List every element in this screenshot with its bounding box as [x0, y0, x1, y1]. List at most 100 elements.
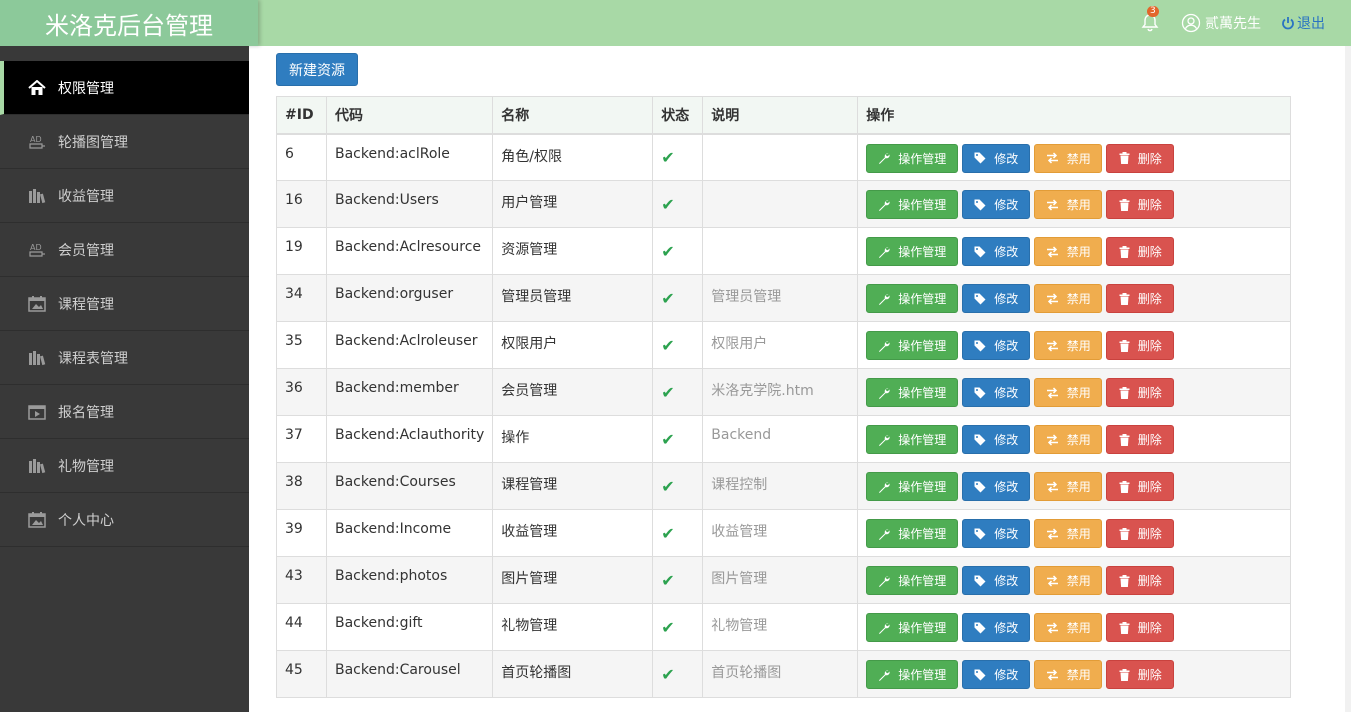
sidebar-item-0[interactable]: 权限管理 — [0, 61, 249, 115]
cell-id: 45 — [276, 650, 327, 698]
sidebar-item-5[interactable]: 课程表管理 — [0, 331, 249, 385]
disable-button[interactable]: 禁用 — [1034, 284, 1103, 313]
edit-button[interactable]: 修改 — [962, 472, 1031, 501]
edit-button[interactable]: 修改 — [962, 566, 1031, 595]
edit-button[interactable]: 修改 — [962, 143, 1031, 173]
sidebar-item-8[interactable]: 个人中心 — [0, 493, 249, 547]
manage-button[interactable]: 操作管理 — [866, 237, 959, 266]
cell-name: 角色/权限 — [492, 133, 654, 181]
swap-icon — [1046, 245, 1058, 258]
power-icon — [1282, 17, 1294, 30]
delete-button[interactable]: 删除 — [1106, 331, 1175, 360]
disable-button-label: 禁用 — [1066, 668, 1091, 682]
disable-button[interactable]: 禁用 — [1034, 190, 1103, 219]
notification-bell[interactable]: 3 — [1139, 6, 1161, 34]
manage-button[interactable]: 操作管理 — [866, 190, 959, 219]
manage-button-label: 操作管理 — [898, 433, 947, 447]
delete-button[interactable]: 删除 — [1106, 378, 1175, 407]
manage-button[interactable]: 操作管理 — [866, 378, 959, 407]
disable-button[interactable]: 禁用 — [1034, 237, 1103, 266]
sidebar-item-3[interactable]: AD 会员管理 — [0, 223, 249, 277]
cell-code: Backend:member — [325, 368, 494, 416]
edit-button[interactable]: 修改 — [962, 613, 1031, 642]
cell-ops: 操作管理 修改 禁用 删除 — [857, 274, 1291, 322]
edit-button[interactable]: 修改 — [962, 660, 1031, 689]
cell-id: 16 — [276, 180, 327, 228]
sidebar-item-2[interactable]: 收益管理 — [0, 169, 249, 223]
manage-button[interactable]: 操作管理 — [866, 331, 959, 360]
disable-button[interactable]: 禁用 — [1034, 143, 1103, 173]
cell-id: 38 — [276, 462, 327, 510]
table-row: 6 Backend:aclRole 角色/权限 ✔ 操作管理 修改 禁用 删除 — [276, 133, 1291, 181]
delete-button[interactable]: 删除 — [1106, 143, 1175, 173]
manage-button[interactable]: 操作管理 — [866, 613, 959, 642]
notification-badge: 3 — [1147, 6, 1159, 17]
cell-desc: 礼物管理 — [702, 603, 859, 651]
edit-button[interactable]: 修改 — [962, 519, 1031, 548]
column-header-ops: 操作 — [857, 96, 1291, 135]
disable-button[interactable]: 禁用 — [1034, 566, 1103, 595]
cell-desc: 课程控制 — [702, 462, 859, 510]
manage-button[interactable]: 操作管理 — [866, 472, 959, 501]
manage-button[interactable]: 操作管理 — [866, 566, 959, 595]
tag-icon — [974, 293, 986, 304]
disable-button[interactable]: 禁用 — [1034, 613, 1103, 642]
swap-icon — [1046, 386, 1058, 399]
manage-button[interactable]: 操作管理 — [866, 284, 959, 313]
disable-button[interactable]: 禁用 — [1034, 660, 1103, 689]
sidebar-item-4[interactable]: 课程管理 — [0, 277, 249, 331]
edit-button[interactable]: 修改 — [962, 190, 1031, 219]
manage-button-label: 操作管理 — [898, 527, 947, 541]
cell-code: Backend:Aclroleuser — [325, 321, 494, 369]
check-icon: ✔ — [661, 429, 675, 449]
edit-button[interactable]: 修改 — [962, 331, 1031, 360]
app-title[interactable]: 米洛克后台管理 — [0, 0, 258, 46]
check-icon: ✔ — [661, 147, 675, 167]
manage-button-label: 操作管理 — [898, 621, 947, 635]
cell-name: 用户管理 — [492, 180, 654, 228]
disable-button[interactable]: 禁用 — [1034, 519, 1103, 548]
delete-button[interactable]: 删除 — [1106, 660, 1175, 689]
delete-button[interactable]: 删除 — [1106, 472, 1175, 501]
page-scrollbar[interactable] — [1345, 46, 1351, 712]
edit-button[interactable]: 修改 — [962, 284, 1031, 313]
disable-button[interactable]: 禁用 — [1034, 472, 1103, 501]
swap-icon — [1046, 433, 1058, 446]
manage-button[interactable]: 操作管理 — [866, 660, 959, 689]
delete-button[interactable]: 删除 — [1106, 284, 1175, 313]
delete-button[interactable]: 删除 — [1106, 190, 1175, 219]
manage-button[interactable]: 操作管理 — [866, 519, 959, 548]
new-resource-button[interactable]: 新建资源 — [276, 53, 358, 86]
manage-button[interactable]: 操作管理 — [866, 425, 959, 454]
user-name: 贰萬先生 — [1205, 16, 1261, 32]
edit-button[interactable]: 修改 — [962, 237, 1031, 266]
delete-button[interactable]: 删除 — [1106, 425, 1175, 454]
delete-button[interactable]: 删除 — [1106, 519, 1175, 548]
edit-button[interactable]: 修改 — [962, 378, 1031, 407]
disable-button[interactable]: 禁用 — [1034, 425, 1103, 454]
manage-button[interactable]: 操作管理 — [866, 143, 959, 173]
delete-button[interactable]: 删除 — [1106, 566, 1175, 595]
cell-code: Backend:Income — [325, 509, 494, 557]
delete-button[interactable]: 删除 — [1106, 237, 1175, 266]
wrench-icon — [879, 387, 890, 399]
sidebar-item-7[interactable]: 礼物管理 — [0, 439, 249, 493]
check-icon: ✔ — [661, 664, 675, 684]
table-row: 38 Backend:Courses 课程管理 ✔ 课程控制 操作管理 修改 禁用 删除 — [276, 462, 1291, 510]
manage-button-label: 操作管理 — [898, 151, 947, 166]
sidebar-item-6[interactable]: 报名管理 — [0, 385, 249, 439]
delete-button[interactable]: 删除 — [1106, 613, 1175, 642]
swap-icon — [1046, 668, 1058, 681]
disable-button-label: 禁用 — [1066, 480, 1091, 494]
user-menu[interactable]: 贰萬先生 — [1181, 13, 1261, 33]
disable-button[interactable]: 禁用 — [1034, 331, 1103, 360]
trash-icon — [1119, 386, 1130, 399]
cell-status: ✔ — [652, 556, 704, 604]
disable-button[interactable]: 禁用 — [1034, 378, 1103, 407]
edit-button-label: 修改 — [994, 668, 1019, 682]
edit-button[interactable]: 修改 — [962, 425, 1031, 454]
logout-button[interactable]: 退出 — [1281, 13, 1325, 33]
cell-desc: 收益管理 — [702, 509, 859, 557]
cell-ops: 操作管理 修改 禁用 删除 — [857, 415, 1291, 463]
sidebar-item-1[interactable]: AD 轮播图管理 — [0, 115, 249, 169]
